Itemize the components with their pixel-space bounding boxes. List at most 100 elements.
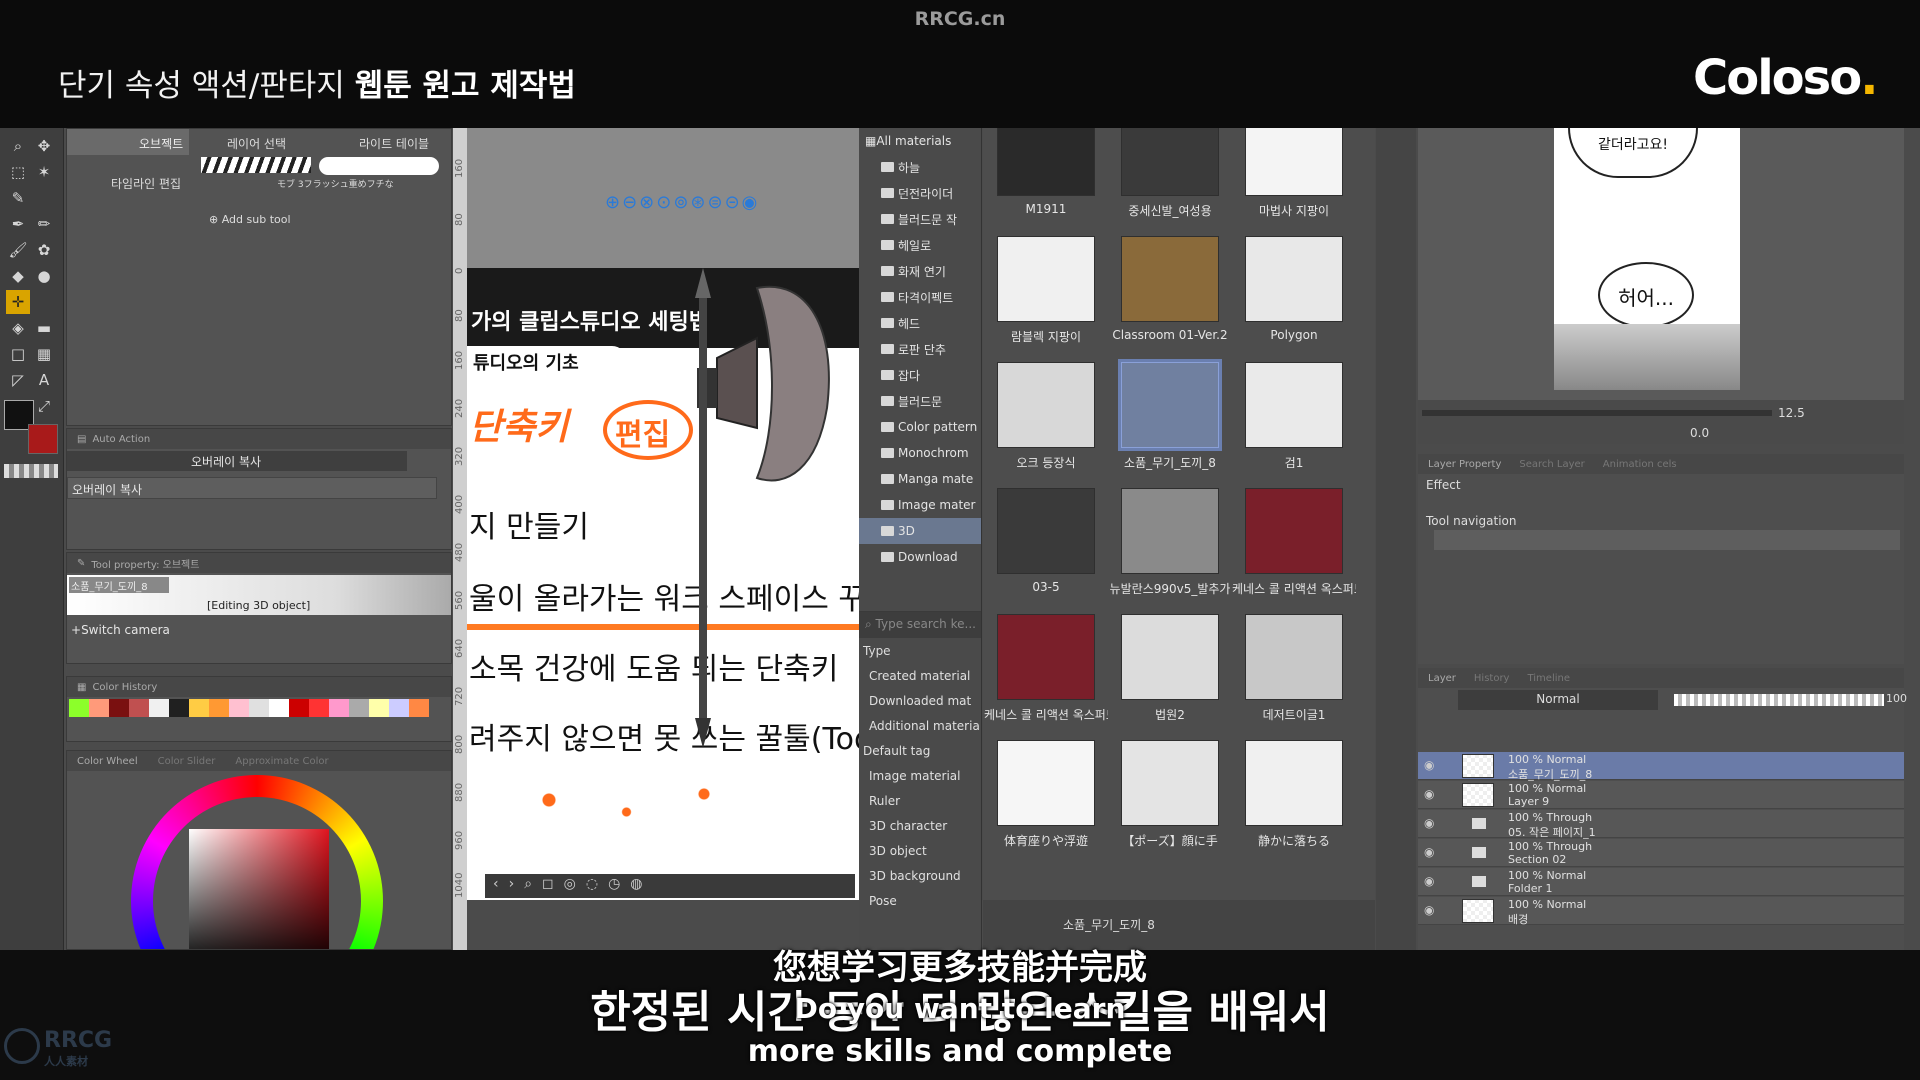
material-thumbnail[interactable] bbox=[1245, 362, 1343, 448]
airbrush-icon[interactable]: ✿ bbox=[32, 238, 56, 262]
text-icon[interactable]: A bbox=[32, 368, 56, 392]
fill-icon[interactable]: ◈ bbox=[6, 316, 30, 340]
material-thumbnail[interactable] bbox=[1121, 128, 1219, 196]
color-history-swatch[interactable] bbox=[149, 699, 169, 717]
material-thumbnail[interactable] bbox=[1121, 236, 1219, 322]
tab-approximate-color[interactable]: Approximate Color bbox=[235, 756, 328, 767]
tree-folder-item[interactable]: 헤일로 bbox=[859, 232, 981, 258]
auto-action-set-select[interactable]: 오버레이 복사 bbox=[67, 451, 407, 471]
tab-color-slider[interactable]: Color Slider bbox=[158, 756, 216, 767]
blank-tool-icon[interactable] bbox=[32, 186, 56, 210]
3d-manipulator-icons[interactable]: ⊕⊖⊗⊙⊚⊛⊜⊝◉ bbox=[605, 192, 825, 218]
3d-axe-object[interactable] bbox=[647, 268, 847, 748]
material-thumbnail[interactable] bbox=[1121, 488, 1219, 574]
saturation-value-square[interactable] bbox=[189, 829, 329, 949]
tree-folder-item[interactable]: 타격이펙트 bbox=[859, 284, 981, 310]
eye-icon[interactable]: ◉ bbox=[1424, 787, 1434, 801]
material-tag[interactable]: Image material bbox=[859, 763, 981, 788]
color-history-swatch[interactable] bbox=[349, 699, 369, 717]
tree-folder-item[interactable]: Color pattern bbox=[859, 414, 981, 440]
zoom-slider[interactable] bbox=[1422, 410, 1772, 416]
figure-icon[interactable]: □ bbox=[6, 342, 30, 366]
tree-root-all-materials[interactable]: ▦ All materials bbox=[859, 128, 981, 154]
eye-icon[interactable]: ◉ bbox=[1424, 816, 1434, 830]
frame-icon[interactable]: ▦ bbox=[32, 342, 56, 366]
layer-row[interactable]: ◉ 100 % Normal Folder 1 bbox=[1418, 868, 1904, 896]
material-thumbnail[interactable] bbox=[1245, 488, 1343, 574]
layer-row[interactable]: ◉ 100 % Normal 배경 bbox=[1418, 897, 1904, 926]
eye-icon[interactable]: ◉ bbox=[1424, 903, 1434, 917]
selection-icon[interactable]: ⬚ bbox=[6, 160, 30, 184]
material-thumbnail[interactable] bbox=[1121, 740, 1219, 826]
tab-animation-cels[interactable]: Animation cels bbox=[1603, 459, 1677, 470]
material-thumbnail[interactable] bbox=[1245, 614, 1343, 700]
tree-folder-item[interactable]: Image mater bbox=[859, 492, 981, 518]
color-history-swatch[interactable] bbox=[169, 699, 189, 717]
eraser-icon[interactable]: ◆ bbox=[6, 264, 30, 288]
tab-layer-select[interactable]: 레이어 선택 bbox=[227, 135, 286, 152]
material-thumbnail[interactable] bbox=[997, 362, 1095, 448]
color-history-swatch[interactable] bbox=[309, 699, 329, 717]
material-thumbnail[interactable] bbox=[1245, 128, 1343, 196]
opacity-value[interactable]: 100 bbox=[1886, 692, 1907, 705]
material-thumbnail[interactable] bbox=[997, 740, 1095, 826]
tool-navigation-bar[interactable] bbox=[1434, 530, 1900, 550]
material-tag[interactable]: Downloaded mat bbox=[859, 688, 981, 713]
canvas-navigation-bar[interactable]: ‹›⌕◻◎◌◷◍ bbox=[485, 874, 855, 898]
layer-row[interactable]: ◉ 100 % Normal 소품_무기_도끼_8 bbox=[1418, 752, 1904, 781]
color-history-swatch[interactable] bbox=[289, 699, 309, 717]
material-thumbnail[interactable] bbox=[997, 614, 1095, 700]
material-thumbnail[interactable] bbox=[1245, 236, 1343, 322]
layer-row[interactable]: ◉ 100 % Through 05. 작은 페이지_1 bbox=[1418, 810, 1904, 839]
material-tag[interactable]: Pose bbox=[859, 888, 981, 913]
eye-icon[interactable]: ◉ bbox=[1424, 845, 1434, 859]
pencil-icon[interactable]: ✏ bbox=[32, 212, 56, 236]
material-thumbnail[interactable] bbox=[1121, 614, 1219, 700]
blend-icon[interactable]: ● bbox=[32, 264, 56, 288]
material-thumbnail[interactable] bbox=[997, 488, 1095, 574]
layer-row[interactable]: ◉ 100 % Through Section 02 bbox=[1418, 839, 1904, 867]
color-history-swatch[interactable] bbox=[409, 699, 429, 717]
move-icon[interactable]: ✥ bbox=[32, 134, 56, 158]
material-tag[interactable]: Additional materia bbox=[859, 713, 981, 738]
tree-folder-item[interactable]: 하늘 bbox=[859, 154, 981, 180]
tab-layer[interactable]: Layer bbox=[1428, 673, 1456, 684]
auto-action-item[interactable]: 오버레이 복사 bbox=[67, 477, 437, 499]
material-thumbnail[interactable] bbox=[1245, 740, 1343, 826]
tree-folder-item[interactable]: Manga mate bbox=[859, 466, 981, 492]
material-tag[interactable]: 3D background bbox=[859, 863, 981, 888]
material-tag[interactable]: 3D object bbox=[859, 838, 981, 863]
layer-row[interactable]: ◉ 100 % Normal Layer 9 bbox=[1418, 781, 1904, 809]
sub-color-swatch[interactable] bbox=[28, 424, 58, 454]
tab-color-wheel[interactable]: Color Wheel bbox=[77, 756, 138, 767]
color-history-swatch[interactable] bbox=[69, 699, 89, 717]
angle-value[interactable]: 0.0 bbox=[1690, 426, 1709, 440]
tab-timeline[interactable]: Timeline bbox=[1527, 673, 1570, 684]
tab-search-layer[interactable]: Search Layer bbox=[1519, 459, 1584, 470]
color-history-swatch[interactable] bbox=[89, 699, 109, 717]
canvas-area[interactable]: 가의 클립스튜디오 세팅법 튜디오의 기초 단축키 편집 지 만들기 울이 올라… bbox=[467, 128, 859, 900]
color-history-swatch[interactable] bbox=[369, 699, 389, 717]
eye-icon[interactable]: ◉ bbox=[1424, 758, 1434, 772]
tree-folder-item[interactable]: 화재 연기 bbox=[859, 258, 981, 284]
color-history-swatch[interactable] bbox=[249, 699, 269, 717]
color-history-swatch[interactable] bbox=[129, 699, 149, 717]
blend-mode-select[interactable]: Normal bbox=[1458, 690, 1658, 710]
tree-folder-item[interactable]: 던전라이더 bbox=[859, 180, 981, 206]
material-thumbnail[interactable] bbox=[997, 236, 1095, 322]
material-thumbnail[interactable] bbox=[1118, 359, 1222, 451]
tab-timeline-edit[interactable]: 타임라인 편집 bbox=[111, 175, 181, 192]
material-tag[interactable]: 3D character bbox=[859, 813, 981, 838]
tab-light-table[interactable]: 라이트 테이블 bbox=[359, 135, 429, 152]
color-history-swatch[interactable] bbox=[189, 699, 209, 717]
material-thumbnail[interactable] bbox=[997, 128, 1095, 196]
color-history-swatch[interactable] bbox=[389, 699, 409, 717]
ruler-icon[interactable]: ◸ bbox=[6, 368, 30, 392]
eyedropper-icon[interactable]: ✎ bbox=[6, 186, 30, 210]
tree-folder-item[interactable]: 블러드문 작 bbox=[859, 206, 981, 232]
material-tag[interactable]: Ruler bbox=[859, 788, 981, 813]
color-history-swatch[interactable] bbox=[109, 699, 129, 717]
tree-folder-item[interactable]: 블러드문 bbox=[859, 388, 981, 414]
transparent-color-swatch[interactable] bbox=[4, 464, 58, 478]
add-sub-tool-button[interactable]: ⊕ Add sub tool bbox=[209, 213, 291, 226]
